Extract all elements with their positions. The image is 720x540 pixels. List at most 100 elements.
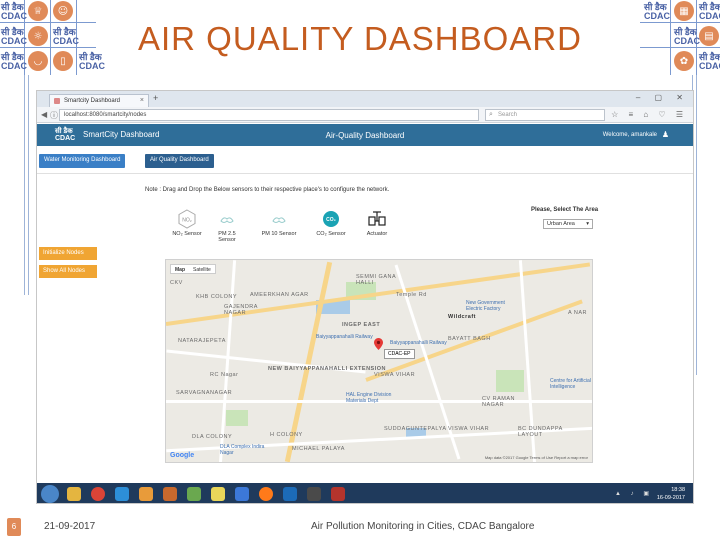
decorative-line: [24, 75, 25, 295]
decorative-line: [696, 75, 697, 375]
slide: सी डैक CDAC ♕ ☺ सी डैक CDAC ☼ सी डैक CDAC स…: [0, 0, 720, 540]
app-icon[interactable]: [235, 487, 249, 501]
back-icon[interactable]: ◀: [41, 110, 47, 119]
app-icon[interactable]: [331, 487, 345, 501]
map-label: A NAR: [568, 310, 588, 316]
browser-tab[interactable]: Smartcity Dashboard ×: [49, 94, 149, 107]
map-label: INGEP EAST: [342, 322, 381, 328]
map-label: Temple Rd: [396, 292, 427, 298]
map-poi: DLA Complex Indira Nagar: [220, 444, 265, 456]
trophy-icon: ♕: [28, 1, 48, 21]
pm10-icon: [272, 217, 286, 223]
cdac-logo: सी डैकCDAC: [699, 2, 720, 21]
welcome-text: Welcome, amankale: [602, 132, 657, 138]
search-input[interactable]: ⌕ Search: [485, 109, 605, 121]
svg-text:NO₂: NO₂: [182, 218, 192, 224]
dashboard-screenshot: Smartcity Dashboard × + – ▢ ✕ ◀ ⓘ localh…: [36, 90, 694, 504]
instruction-note: Note : Drag and Drop the Below sensors t…: [145, 187, 390, 193]
map-poi: Centre for Artificial Intelligence: [550, 378, 591, 390]
no2-icon: NO₂: [178, 209, 196, 229]
map-poi: HAL Engine Division Materials Dept: [346, 392, 392, 404]
map-label: RC Nagar: [210, 372, 239, 378]
map-label: DLA COLONY: [192, 434, 233, 440]
footer-date: 21-09-2017: [44, 521, 96, 532]
google-logo: Google: [170, 452, 195, 459]
app-icon[interactable]: [283, 487, 297, 501]
map-poi: Baiyyappanahalli Railway: [316, 334, 373, 340]
map-label: NATARAJEPETA: [178, 338, 226, 344]
browser-toolbar-icons[interactable]: ☆ ≡ ⌂ ♡ ☰: [611, 110, 687, 119]
page-number: 6: [7, 518, 21, 536]
sensor-no2[interactable]: NO₂ NO₂ Sensor: [169, 209, 205, 237]
cdac-logo: सी डैकCDAC: [644, 2, 670, 21]
area-label: Please, Select The Area: [531, 207, 599, 213]
map-label: AMEERKHAN AGAR: [250, 292, 309, 298]
air-dashboard-button[interactable]: Air Quality Dashboard: [145, 154, 214, 168]
folder-icon[interactable]: [67, 487, 81, 501]
map-label: MICHAEL PALAYA: [292, 446, 345, 452]
window-controls[interactable]: – ▢ ✕: [636, 93, 689, 102]
map-type-tabs: Map Satellite: [170, 264, 216, 274]
app-center-title: Air-Quality Dashboard: [325, 131, 405, 140]
dashboard-switcher: Water Monitoring Dashboard Air Quality D…: [37, 146, 693, 174]
map-label: VISWA VIHAR: [448, 426, 490, 432]
initialize-nodes-button[interactable]: Initialize Nodes: [39, 247, 97, 260]
sensor-co2[interactable]: CO₂ CO₂ Sensor: [313, 209, 349, 237]
map[interactable]: Map Satellite CKV KHB COLONY AMEERKHAN A…: [165, 259, 593, 463]
new-tab-button[interactable]: +: [153, 93, 158, 103]
show-all-nodes-button[interactable]: Show All Nodes: [39, 265, 97, 278]
start-button[interactable]: [41, 485, 59, 503]
cdac-logo: सी डैकCDAC: [1, 2, 27, 21]
actuator-icon: [368, 211, 386, 226]
sensor-pm25[interactable]: PM 2.5 Sensor: [209, 209, 245, 243]
map-label: SEMMI GANA HALLI: [356, 274, 396, 286]
info-icon[interactable]: ⓘ: [50, 110, 58, 121]
app-header: सी डैक CDAC SmartCity Dashboard Air-Quali…: [37, 124, 693, 146]
building-icon: ▦: [674, 1, 694, 21]
tab-satellite[interactable]: Satellite: [189, 265, 215, 273]
water-dashboard-button[interactable]: Water Monitoring Dashboard: [39, 154, 126, 168]
sensor-actuator[interactable]: Actuator: [359, 209, 395, 237]
map-label: BC DUNDAPPA LAYOUT: [518, 426, 563, 438]
system-tray[interactable]: ▲ ♪ ▣: [615, 490, 653, 497]
map-poi: New Government Electric Factory: [466, 300, 505, 312]
app-icon[interactable]: [187, 487, 201, 501]
decorative-line: [28, 75, 29, 295]
map-pin-icon[interactable]: [374, 338, 383, 350]
map-label: BAYATT BAGH: [448, 336, 491, 342]
area-select[interactable]: Urban Area ▾: [543, 219, 593, 229]
map-label: CKV: [170, 280, 183, 286]
toolbox-icon[interactable]: [139, 487, 153, 501]
map-label: NEW BAIYYAPPANAHALLI EXTENSION: [268, 366, 386, 372]
sensor-pm10[interactable]: PM 10 Sensor: [261, 209, 297, 237]
map-label: SARVAGNANAGAR: [176, 390, 233, 396]
taskbar: ▲ ♪ ▣ 18:38 16-09-2017: [37, 483, 693, 503]
tab-label: Smartcity Dashboard: [64, 98, 121, 104]
pm25-icon: [220, 217, 234, 223]
ie-icon[interactable]: [115, 487, 129, 501]
app-icon[interactable]: [307, 487, 321, 501]
url-bar[interactable]: localhost:8080/smartcity/nodes: [59, 109, 479, 121]
people-icon: ☺: [53, 1, 73, 21]
close-icon[interactable]: ×: [140, 97, 144, 104]
user-icon[interactable]: ♟: [662, 130, 669, 139]
firefox-icon[interactable]: [259, 487, 273, 501]
map-label: SUDDAGUNTEPALYA: [384, 426, 447, 432]
tab-map[interactable]: Map: [171, 265, 189, 273]
map-label: Wildcraft: [448, 314, 476, 320]
favicon-icon: [54, 98, 60, 104]
pin-label: CDAC-EP: [384, 349, 415, 359]
clock[interactable]: 18:38 16-09-2017: [657, 486, 685, 502]
search-icon: ⌕: [489, 111, 493, 118]
app-icon[interactable]: [163, 487, 177, 501]
app-icon[interactable]: [211, 487, 225, 501]
map-road: [218, 260, 237, 462]
page-title: AIR QUALITY DASHBOARD: [138, 20, 582, 57]
map-footer[interactable]: Map data ©2017 Google Terms of Use Repor…: [485, 455, 588, 460]
chrome-icon[interactable]: [91, 487, 105, 501]
map-label: CV RAMAN NAGAR: [482, 396, 516, 408]
map-label: H COLONY: [270, 432, 303, 438]
browser-nav-bar: ◀ ⓘ localhost:8080/smartcity/nodes ⌕ Sea…: [37, 107, 693, 123]
browser-tab-bar: Smartcity Dashboard × + – ▢ ✕: [37, 91, 693, 107]
co2-icon: CO₂: [323, 211, 339, 227]
